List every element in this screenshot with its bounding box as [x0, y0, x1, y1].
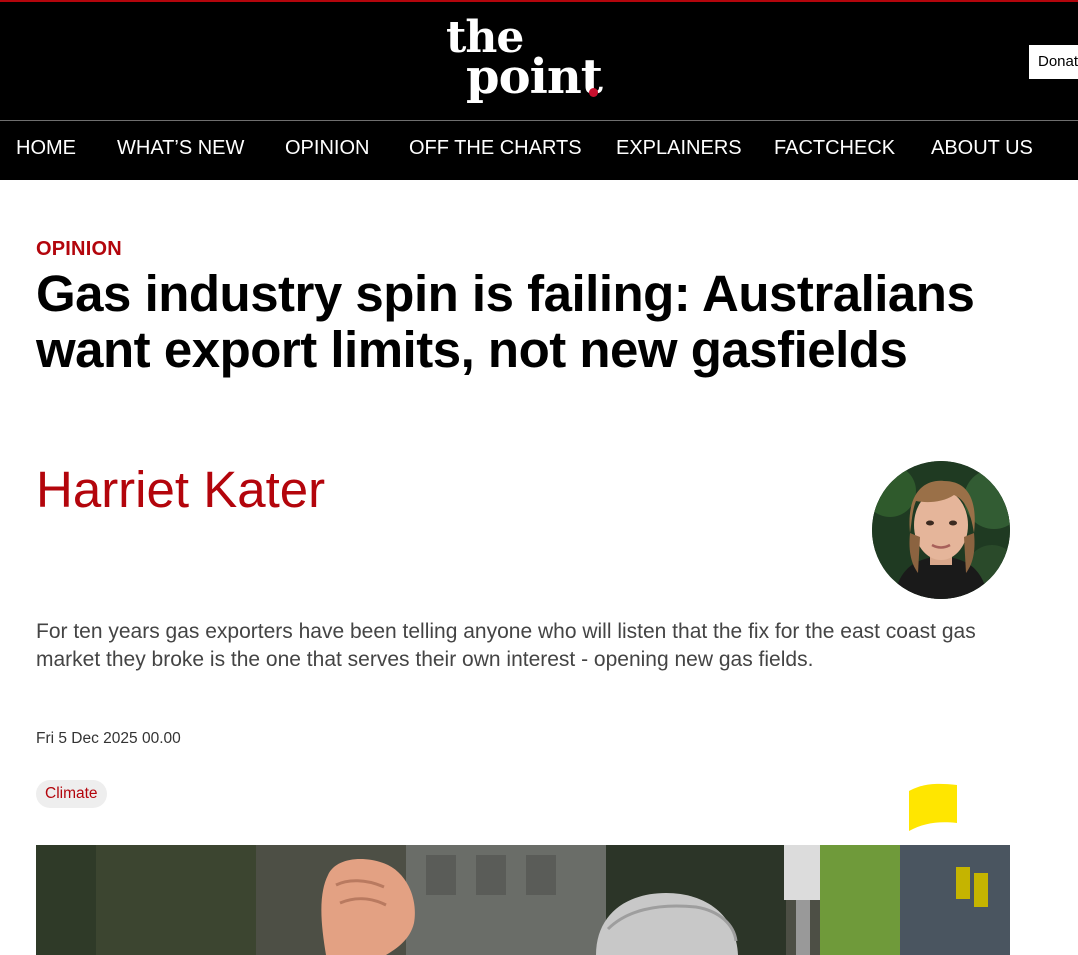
- nav-item-opinion[interactable]: OPINION: [285, 121, 369, 180]
- site-logo[interactable]: the point: [446, 16, 606, 108]
- nav-item-about-us[interactable]: ABOUT US: [931, 121, 1033, 180]
- site-header: the point Donate: [0, 0, 1078, 120]
- article-category[interactable]: OPINION: [36, 238, 122, 261]
- topic-tag-climate[interactable]: Climate: [36, 780, 107, 808]
- author-name[interactable]: Harriet Kater: [36, 460, 325, 520]
- nav-item-home[interactable]: HOME: [16, 121, 76, 180]
- article-date: Fri 5 Dec 2025 00.00: [36, 730, 181, 747]
- article-headline: Gas industry spin is failing: Australian…: [36, 265, 975, 378]
- logo-line-point: point: [466, 49, 603, 105]
- donate-button[interactable]: Donate: [1029, 45, 1078, 79]
- nav-item-explainers[interactable]: EXPLAINERS: [616, 121, 742, 180]
- hero-image: [36, 845, 1010, 955]
- author-avatar: [872, 461, 1010, 599]
- nav-item-off-the-charts[interactable]: OFF THE CHARTS: [409, 121, 582, 180]
- nav-item-whats-new[interactable]: WHAT’S NEW: [117, 121, 244, 180]
- nav-item-factcheck[interactable]: FACTCHECK: [774, 121, 895, 180]
- logo-dot-icon: [589, 88, 598, 97]
- main-nav: HOME WHAT’S NEW OPINION OFF THE CHARTS E…: [0, 120, 1078, 180]
- article-standfirst: For ten years gas exporters have been te…: [36, 620, 976, 671]
- yellow-flag-icon: [908, 783, 958, 833]
